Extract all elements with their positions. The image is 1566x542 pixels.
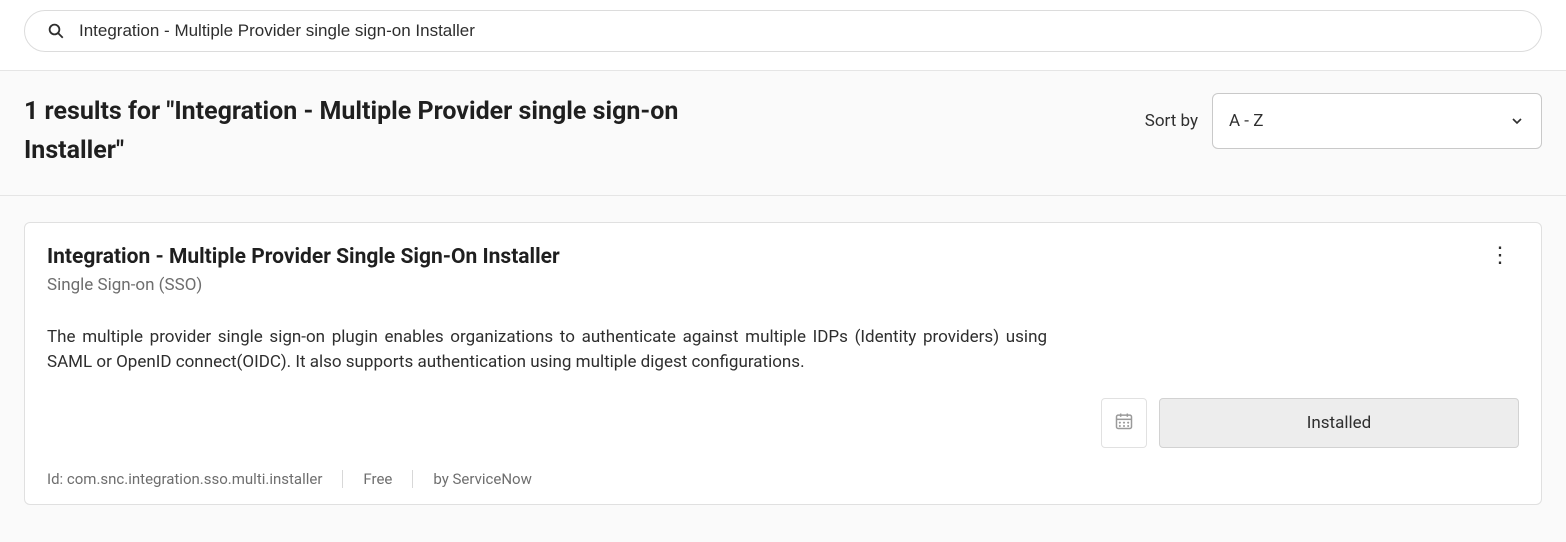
search-icon	[47, 22, 65, 40]
result-card: Integration - Multiple Provider Single S…	[24, 222, 1542, 505]
sort-label: Sort by	[1145, 111, 1198, 131]
more-actions-icon[interactable]: ⋮	[1481, 245, 1519, 267]
meta-id: Id: com.snc.integration.sso.multi.instal…	[47, 470, 342, 488]
results-body: Integration - Multiple Provider Single S…	[0, 196, 1566, 531]
chevron-down-icon	[1509, 113, 1525, 129]
search-section	[0, 0, 1566, 71]
sort-control: Sort by A - Z	[1145, 93, 1542, 149]
search-input[interactable]	[79, 21, 1519, 41]
result-actions: Installed	[47, 398, 1519, 448]
result-meta: Id: com.snc.integration.sso.multi.instal…	[47, 470, 1519, 488]
calendar-icon	[1114, 411, 1134, 435]
schedule-button[interactable]	[1101, 398, 1147, 448]
results-header: 1 results for "Integration - Multiple Pr…	[0, 71, 1566, 196]
result-title[interactable]: Integration - Multiple Provider Single S…	[47, 245, 560, 269]
meta-pricing: Free	[343, 470, 412, 488]
sort-value: A - Z	[1229, 111, 1263, 131]
install-status-label: Installed	[1307, 413, 1371, 433]
result-category: Single Sign-on (SSO)	[47, 275, 560, 295]
result-description: The multiple provider single sign-on plu…	[47, 325, 1047, 376]
sort-select[interactable]: A - Z	[1212, 93, 1542, 149]
results-count-title: 1 results for "Integration - Multiple Pr…	[24, 93, 724, 171]
meta-vendor: by ServiceNow	[413, 470, 551, 488]
install-status-button: Installed	[1159, 398, 1519, 448]
search-bar[interactable]	[24, 10, 1542, 52]
